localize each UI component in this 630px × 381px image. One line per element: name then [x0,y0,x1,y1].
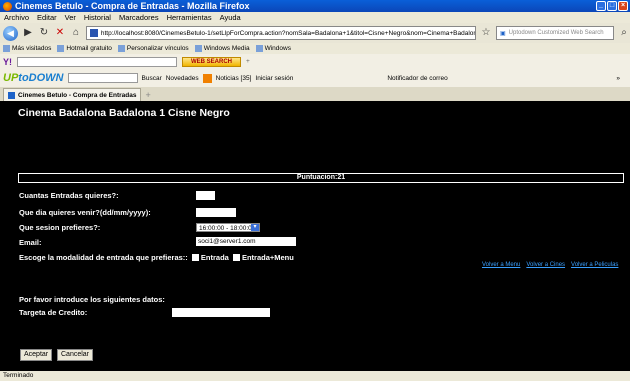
menu-historial[interactable]: Historial [84,13,111,22]
site-favicon [90,29,98,37]
url-text: http://localhost:8080/CinemesBetulo-1/se… [100,29,475,37]
yahoo-toolbar: Y! WEB SEARCH + [0,54,630,69]
uptodown-toolbar: UPtoDOWN Buscar Novedades Noticias [35] … [0,69,630,87]
tickets-label: Cuantas Entradas quieres?: [19,191,119,200]
tab-bar: Cinemes Betulo - Compra de Entradas + [0,87,630,101]
close-button[interactable]: × [618,1,628,11]
maximize-button[interactable]: □ [607,1,617,11]
date-input[interactable] [196,208,236,217]
score-bar: Puntuacion:21 [18,173,624,183]
overflow-chevron-icon[interactable]: » [616,75,620,82]
window-title: Cinemes Betulo - Compra de Entradas - Mo… [15,1,250,11]
session-label: Que sesion prefieres?: [19,223,101,232]
status-bar: Terminado [0,371,630,381]
bookmark-personalizar[interactable]: Personalizar vínculos [117,45,189,52]
chevron-down-icon: ▾ [251,224,259,231]
menu-editar[interactable]: Editar [37,13,57,22]
page-title: Cinema Badalona Badalona 1 Cisne Negro [18,107,230,119]
home-icon[interactable]: ⌂ [70,27,82,39]
window-titlebar: Cinemes Betulo - Compra de Entradas - Mo… [0,0,630,12]
menu-ver[interactable]: Ver [65,13,76,22]
bookmarks-bar: Más visitados Hotmail gratuito Personali… [0,43,630,54]
tickets-input[interactable] [196,191,215,200]
page-content: Cinema Badalona Badalona 1 Cisne Negro P… [0,101,630,371]
minimize-button[interactable]: _ [596,1,606,11]
search-engine-icon: ▣ [500,30,506,37]
yahoo-logo: Y! [3,56,12,67]
entrada-menu-option-label: Entrada+Menu [241,253,294,262]
date-label: Que dia quieres venir?(dd/mm/yyyy): [19,208,151,217]
back-icon[interactable]: ◀ [3,25,18,41]
credit-card-input[interactable] [172,308,270,317]
bookmark-mas-visitados[interactable]: Más visitados [3,45,51,52]
session-select[interactable]: 16:00:00 - 18:00:00 ▾ [196,223,260,232]
menu-archivo[interactable]: Archivo [4,13,29,22]
notificador-button[interactable]: Notificador de correo [387,75,447,82]
session-value: 16:00:00 - 18:00:00 [199,225,256,232]
entrada-checkbox[interactable] [191,254,199,261]
mode-label: Escoge la modalidad de entrada que prefi… [19,253,188,262]
url-bar[interactable]: http://localhost:8080/CinemesBetulo-1/se… [86,26,476,40]
new-tab-button[interactable]: + [145,90,150,100]
tab-label: Cinemes Betulo - Compra de Entradas [18,91,137,99]
folder-icon [3,45,10,52]
menu-bar: Archivo Editar Ver Historial Marcadores … [0,12,630,23]
window-controls: _ □ × [596,1,628,11]
noticias-button[interactable]: Noticias [35] [216,75,252,82]
accept-button[interactable]: Aceptar [20,349,53,361]
tab-favicon [8,91,15,99]
email-label: Email: [19,238,42,247]
iniciar-sesion-button[interactable]: Iniciar sesión [255,75,293,82]
buscar-button[interactable]: Buscar [142,75,162,82]
firefox-icon [3,1,12,11]
footer-links: Volver a Menu Volver a Cines Volver a Pe… [482,262,618,268]
navigation-bar: ◀ ▶ ↻ ✕ ⌂ http://localhost:8080/CinemesB… [0,23,630,43]
cancel-button[interactable]: Cancelar [57,349,94,361]
menu-ayuda[interactable]: Ayuda [220,13,241,22]
intro-text: Por favor introduce los siguientes datos… [19,295,165,304]
tab-compra-entradas[interactable]: Cinemes Betulo - Compra de Entradas [3,88,142,101]
search-placeholder: Uptodown Customized Web Search [508,30,604,36]
menu-marcadores[interactable]: Marcadores [119,13,159,22]
forward-icon[interactable]: ▶ [22,27,34,39]
web-search-button[interactable]: WEB SEARCH [182,56,242,67]
bookmark-windows-media[interactable]: Windows Media [194,45,250,52]
bookmark-star-icon[interactable]: ☆ [480,27,492,39]
email-field[interactable]: soci1@server1.com [196,237,296,246]
reload-icon[interactable]: ↻ [38,27,50,39]
uptodown-search-input[interactable] [67,73,138,83]
entrada-option-label: Entrada [200,253,229,262]
novedades-button[interactable]: Novedades [166,75,199,82]
back-to-cines-link[interactable]: Volver a Cines [526,262,565,268]
page-icon [57,45,65,52]
search-input[interactable]: ▣ Uptodown Customized Web Search [496,26,614,40]
page-icon [194,45,202,52]
yahoo-search-input[interactable] [17,56,177,67]
rss-icon [202,73,212,83]
menu-herramientas[interactable]: Herramientas [167,13,212,22]
plus-icon[interactable]: + [246,58,250,65]
back-to-menu-link[interactable]: Volver a Menu [482,262,520,268]
back-to-peliculas-link[interactable]: Volver a Peliculas [571,262,618,268]
uptodown-logo: UPtoDOWN [3,72,64,84]
windows-icon [117,45,125,52]
stop-icon[interactable]: ✕ [54,27,66,39]
entrada-menu-checkbox[interactable] [232,254,240,261]
card-label: Targeta de Credito: [19,308,88,317]
bookmark-windows[interactable]: Windows [255,45,291,52]
bookmark-hotmail[interactable]: Hotmail gratuito [57,45,112,52]
search-icon[interactable]: ⌕ [618,27,630,39]
windows-icon [255,45,263,52]
vertical-scrollbar[interactable] [624,101,630,371]
mode-row: Escoge la modalidad de entrada que prefi… [19,253,294,262]
